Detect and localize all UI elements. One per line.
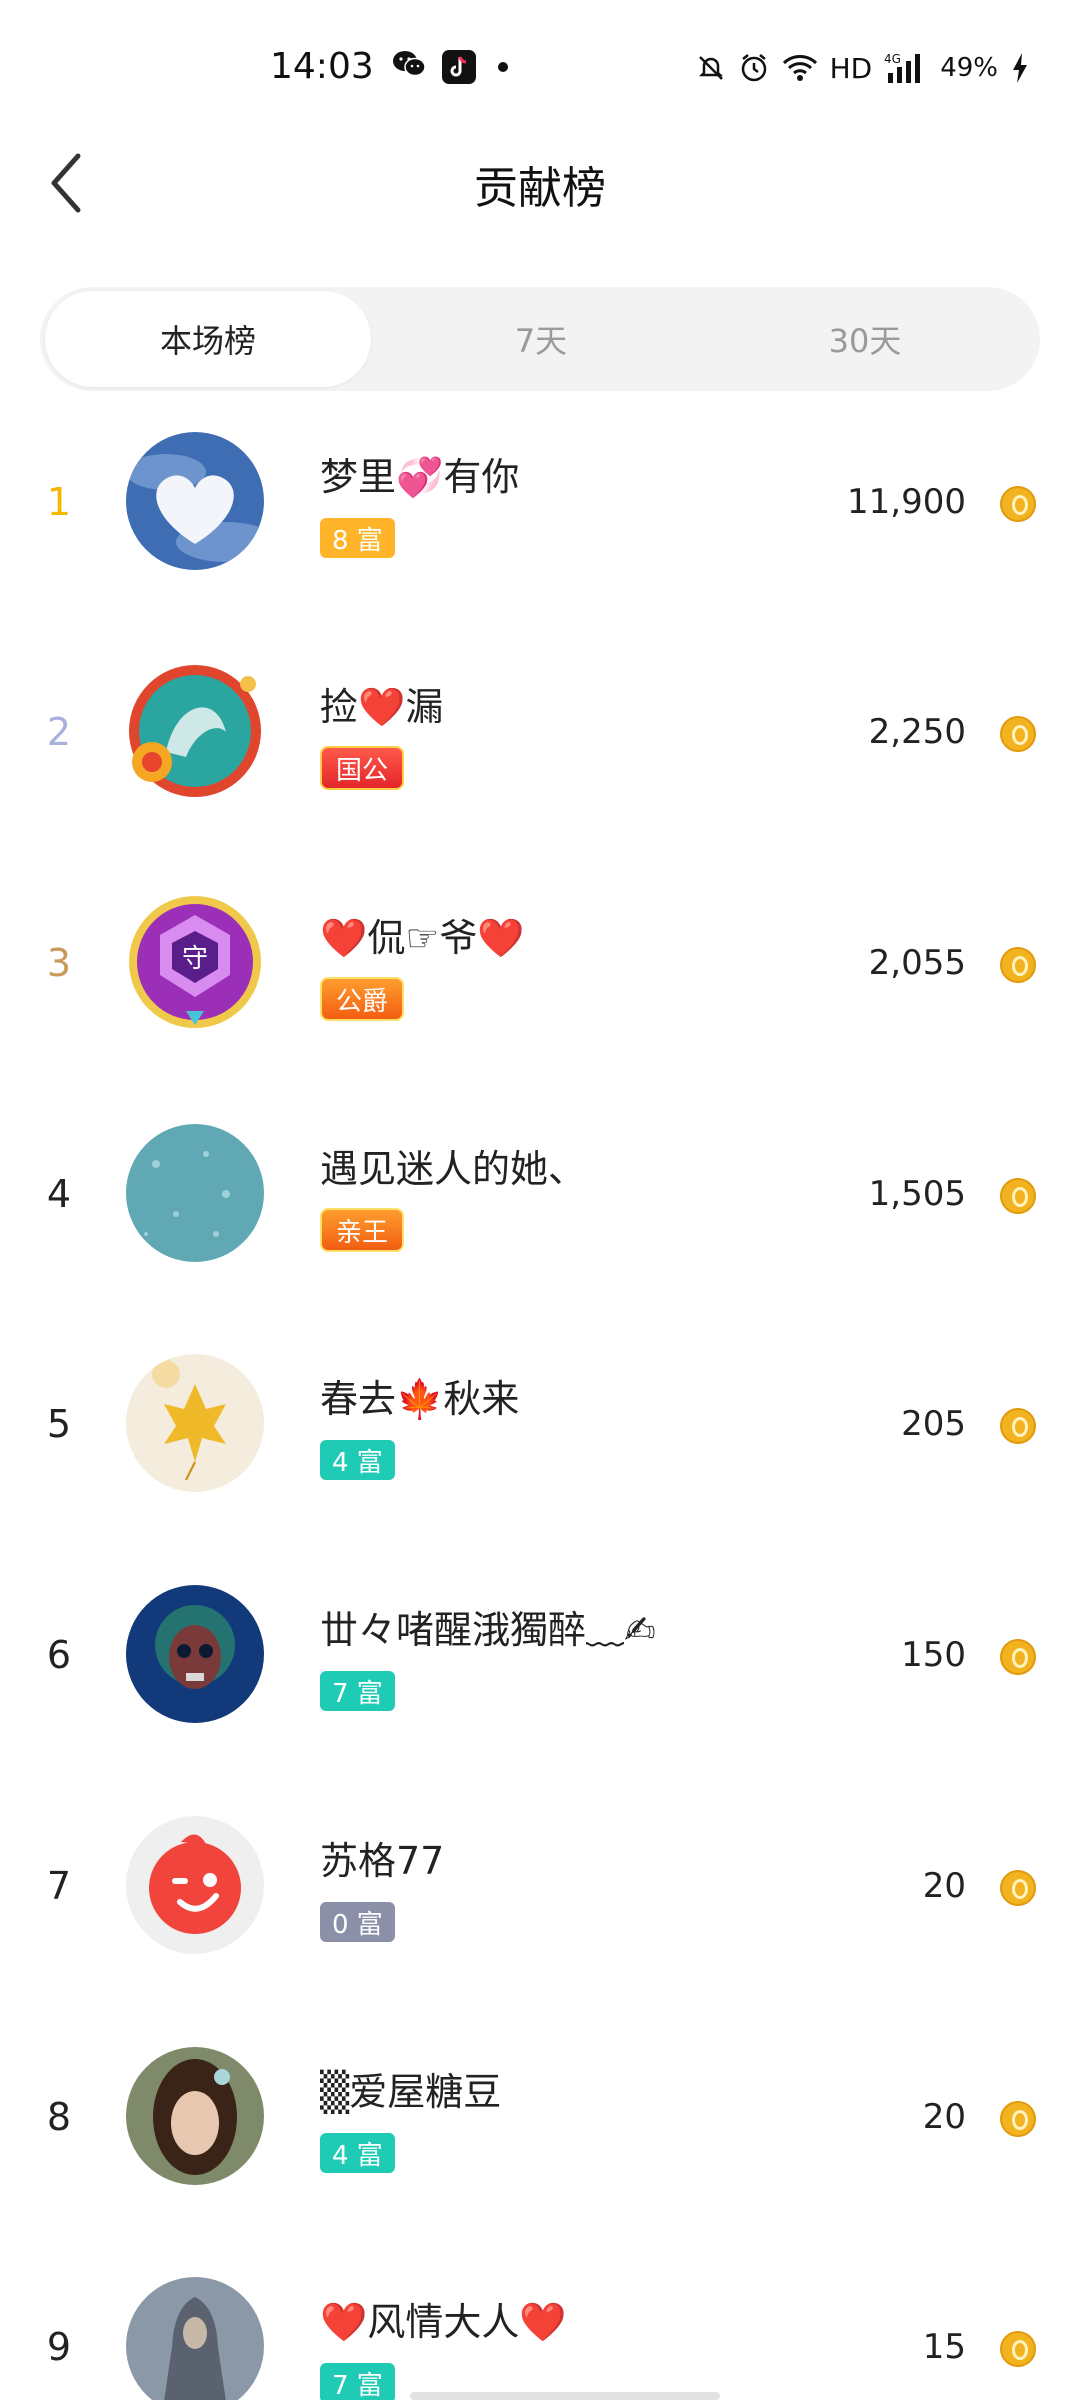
gold-coin-icon: [1000, 1870, 1036, 1906]
rank-number: 4: [46, 1172, 72, 1216]
gold-coin-icon: [1000, 1408, 1036, 1444]
contribution-score: 2,055: [868, 943, 966, 983]
list-item[interactable]: 9 ❤️风情大人❤️ 7 富 15: [0, 2277, 1080, 2400]
noble-rank-badge: 公爵: [320, 977, 405, 1021]
gold-coin-icon: [1000, 2331, 1036, 2367]
network-hd-label: HD: [829, 51, 873, 85]
gold-coin-icon: [1000, 2101, 1036, 2137]
rank-number: 2: [46, 710, 72, 754]
rank-number: 1: [46, 480, 72, 524]
gold-coin-icon: [1000, 1178, 1036, 1214]
charging-icon: [1013, 53, 1027, 83]
user-name: 苏格77: [320, 1839, 445, 1883]
user-name: 丗々啫醒涐獨醉﹏✍: [320, 1608, 656, 1652]
wealth-level-badge: 4 富: [320, 2133, 395, 2173]
avatar[interactable]: 守: [126, 893, 264, 1031]
svg-text:守: 守: [182, 944, 208, 974]
rank-number: 8: [46, 2095, 72, 2139]
rank-number: 3: [46, 941, 72, 985]
noble-rank-badge: 亲王: [320, 1208, 405, 1252]
noble-rank-badge: 国公: [320, 746, 405, 790]
list-item[interactable]: 4 遇见迷人的她、 亲王 1,505: [0, 1124, 1080, 1354]
page-title: 贡献榜: [474, 163, 606, 214]
gold-coin-icon: [1000, 1639, 1036, 1675]
mute-icon: [698, 56, 723, 80]
rank-number: 6: [46, 1633, 72, 1677]
avatar[interactable]: [126, 2277, 264, 2400]
avatar[interactable]: [126, 1354, 264, 1492]
wealth-level-badge: 7 富: [320, 1671, 395, 1711]
alarm-icon: [741, 54, 766, 82]
user-name: 遇见迷人的她、: [320, 1147, 587, 1191]
avatar[interactable]: [126, 1816, 264, 1954]
tab-30-days[interactable]: 30天: [740, 291, 990, 387]
contribution-score: 205: [901, 1404, 966, 1444]
avatar[interactable]: [126, 1585, 264, 1723]
avatar[interactable]: [126, 432, 264, 570]
contribution-score: 20: [922, 2097, 966, 2137]
gold-coin-icon: [1000, 486, 1036, 522]
user-name: 梦里💞有你: [320, 455, 520, 499]
list-item[interactable]: 8 ▒爱屋糖豆 4 富 20: [0, 2047, 1080, 2277]
signal-icon: 4G: [884, 52, 921, 83]
tab-7-days[interactable]: 7天: [416, 291, 666, 387]
wealth-level-badge: 7 富: [320, 2363, 395, 2400]
list-item[interactable]: 1 梦里💞有你 8 富 11,900: [0, 432, 1080, 662]
period-tabs: 本场榜 7天 30天: [40, 287, 1040, 391]
avatar[interactable]: [126, 1124, 264, 1262]
user-name: ▒爱屋糖豆: [320, 2070, 502, 2114]
status-right-icons: HD 4G 49%: [696, 48, 1030, 88]
user-name: ❤️侃☞爷❤️: [320, 916, 525, 960]
rank-number: 5: [46, 1402, 72, 1446]
status-time: 14:03: [270, 46, 374, 87]
gold-coin-icon: [1000, 716, 1036, 752]
tab-current-session[interactable]: 本场榜: [45, 291, 371, 387]
list-item[interactable]: 3 守 ❤️侃☞爷❤️ 公爵 2,055: [0, 893, 1080, 1123]
avatar[interactable]: [126, 2047, 264, 2185]
tiktok-icon: [442, 50, 476, 84]
user-name: 春去🍁秋来: [320, 1377, 520, 1421]
list-item[interactable]: 5 春去🍁秋来 4 富 205: [0, 1354, 1080, 1584]
wealth-level-badge: 0 富: [320, 1902, 395, 1942]
signal-type-label: 4G: [884, 52, 901, 66]
status-bar: 14:03 HD 4G 49%: [0, 0, 1080, 130]
contribution-score: 2,250: [868, 712, 966, 752]
wifi-icon: [782, 55, 817, 81]
user-name: 捡❤️漏: [320, 685, 444, 729]
contribution-score: 11,900: [847, 482, 966, 522]
contribution-score: 20: [922, 1866, 966, 1906]
user-name: ❤️风情大人❤️: [320, 2300, 567, 2344]
contribution-score: 15: [922, 2327, 966, 2367]
gold-coin-icon: [1000, 947, 1036, 983]
list-item[interactable]: 6 丗々啫醒涐獨醉﹏✍ 7 富 150: [0, 1585, 1080, 1815]
contribution-score: 150: [901, 1635, 966, 1675]
wealth-level-badge: 4 富: [320, 1440, 395, 1480]
list-item[interactable]: 2 捡❤️漏 国公 2,250: [0, 662, 1080, 892]
avatar[interactable]: [126, 662, 264, 800]
list-item[interactable]: 7 苏格77 0 富 20: [0, 1816, 1080, 2046]
wechat-icon: [393, 51, 426, 77]
rank-number: 9: [46, 2325, 72, 2369]
scrollbar[interactable]: [410, 2392, 720, 2400]
battery-level: 49%: [940, 53, 998, 83]
rank-number: 7: [46, 1864, 72, 1908]
wealth-level-badge: 8 富: [320, 518, 395, 558]
notification-dot: [498, 62, 508, 72]
contribution-score: 1,505: [868, 1174, 966, 1214]
